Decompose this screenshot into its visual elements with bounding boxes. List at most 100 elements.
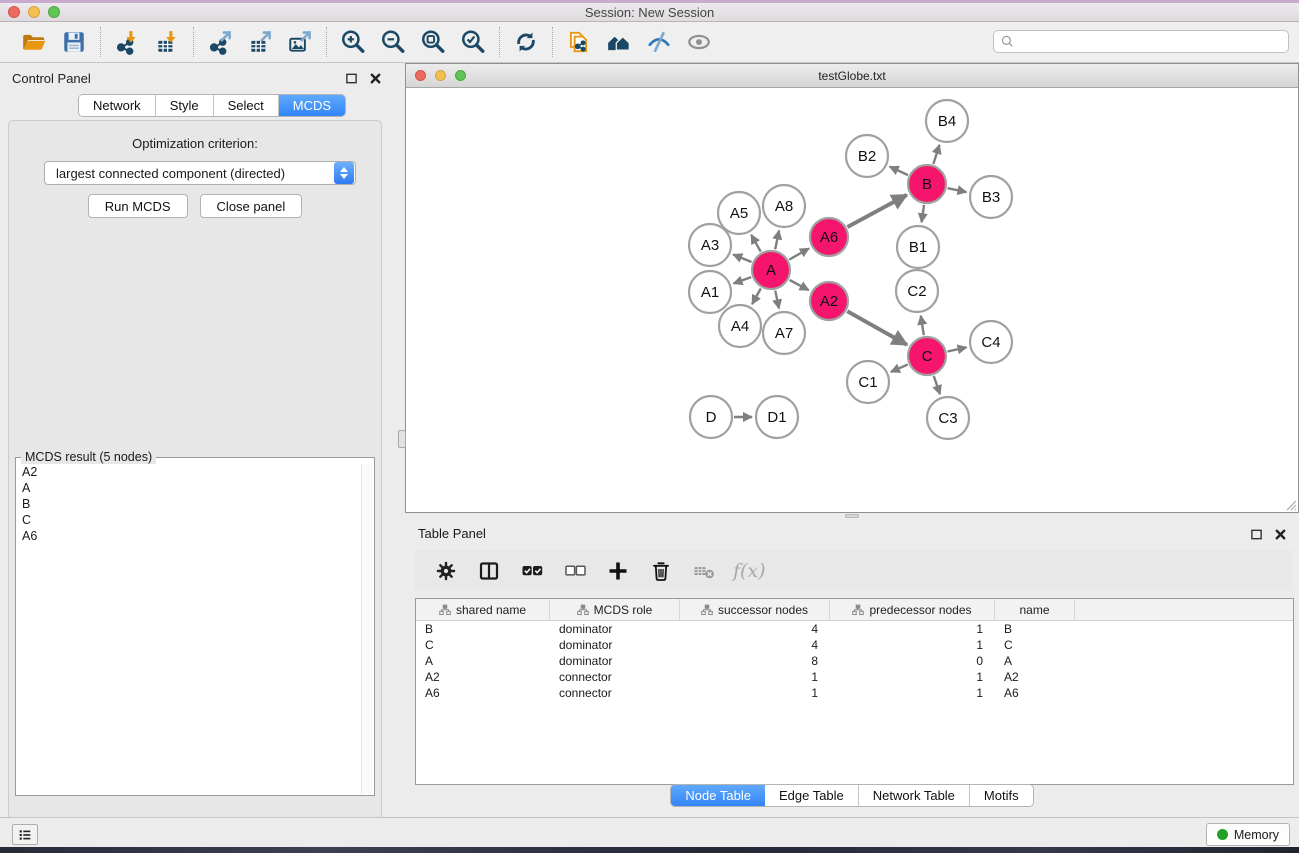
save-button[interactable] [58, 26, 90, 58]
mcds-result-item[interactable]: A6 [17, 528, 361, 544]
table-row[interactable]: Cdominator41C [416, 637, 1293, 653]
deselect-all-checks-button[interactable] [561, 557, 589, 585]
zoom-selected-button[interactable] [457, 26, 489, 58]
edge-A2-C[interactable] [847, 311, 907, 344]
network-from-document-button[interactable] [563, 26, 595, 58]
refresh-button[interactable] [510, 26, 542, 58]
select-all-checks-button[interactable] [518, 557, 546, 585]
node-B3[interactable]: B3 [970, 176, 1012, 218]
table-row[interactable]: Bdominator41B [416, 621, 1293, 637]
edge-A-A3[interactable] [733, 254, 751, 262]
node-B[interactable]: B [908, 165, 946, 203]
node-C[interactable]: C [908, 337, 946, 375]
node-D1[interactable]: D1 [756, 396, 798, 438]
zoom-out-button[interactable] [377, 26, 409, 58]
node-A4[interactable]: A4 [719, 305, 761, 347]
node-A8[interactable]: A8 [763, 185, 805, 227]
eye-button[interactable] [683, 26, 715, 58]
mcds-result-item[interactable]: A2 [17, 464, 361, 480]
export-table-button[interactable] [244, 26, 276, 58]
edge-B-B3[interactable] [948, 188, 967, 192]
edge-A-A2[interactable] [790, 280, 809, 290]
import-table-button[interactable] [151, 26, 183, 58]
close-table-panel-icon[interactable] [1273, 527, 1287, 541]
edge-A-A5[interactable] [751, 235, 760, 252]
node-A3[interactable]: A3 [689, 224, 731, 266]
node-B2[interactable]: B2 [846, 135, 888, 177]
node-C2[interactable]: C2 [896, 270, 938, 312]
task-history-button[interactable] [12, 824, 38, 845]
search-field[interactable] [993, 30, 1289, 53]
delete-table-button[interactable] [690, 557, 718, 585]
node-A2[interactable]: A2 [810, 282, 848, 320]
run-mcds-button[interactable]: Run MCDS [88, 194, 188, 218]
zoom-in-button[interactable] [337, 26, 369, 58]
node-A[interactable]: A [752, 251, 790, 289]
edge-B-B2[interactable] [890, 167, 908, 176]
close-panel-icon[interactable] [368, 71, 382, 85]
search-input[interactable] [1015, 31, 1288, 52]
column-header-predecessor-nodes[interactable]: predecessor nodes [830, 599, 995, 620]
export-network-button[interactable] [204, 26, 236, 58]
open-button[interactable] [18, 26, 50, 58]
edge-A-A4[interactable] [752, 288, 761, 304]
vertical-splitter-handle[interactable] [398, 430, 406, 448]
float-panel-icon[interactable] [344, 71, 358, 85]
zoom-fit-button[interactable] [417, 26, 449, 58]
node-C4[interactable]: C4 [970, 321, 1012, 363]
horizontal-splitter-handle[interactable] [845, 514, 859, 518]
hide-graphics-details-button[interactable] [643, 26, 675, 58]
mcds-result-item[interactable]: B [17, 496, 361, 512]
edge-B-B1[interactable] [922, 205, 924, 222]
edge-A-A6[interactable] [789, 248, 809, 259]
edge-C-C2[interactable] [921, 316, 924, 336]
node-A7[interactable]: A7 [763, 312, 805, 354]
delete-column-button[interactable] [647, 557, 675, 585]
tab-motifs[interactable]: Motifs [970, 785, 1033, 806]
table-row[interactable]: A2connector11A2 [416, 669, 1293, 685]
network-canvas[interactable]: B4 B2 B B3 A8A5 A6 B1 A3 A C2 A1 A2 A4A7 C4 C C1 C3 D D1 [406, 88, 1298, 512]
node-B1[interactable]: B1 [897, 226, 939, 268]
edge-C-C1[interactable] [891, 364, 908, 371]
node-C3[interactable]: C3 [927, 397, 969, 439]
memory-button[interactable]: Memory [1206, 823, 1290, 846]
mcds-result-item[interactable]: C [17, 512, 361, 528]
split-columns-button[interactable] [475, 557, 503, 585]
add-column-button[interactable] [604, 557, 632, 585]
function-builder-button[interactable]: f(x) [733, 560, 766, 582]
edge-A-A7[interactable] [775, 291, 779, 309]
edge-C-C3[interactable] [934, 376, 940, 394]
tab-network-table[interactable]: Network Table [859, 785, 970, 806]
node-B4[interactable]: B4 [926, 100, 968, 142]
gear-button[interactable] [432, 557, 460, 585]
tab-edge-table[interactable]: Edge Table [765, 785, 859, 806]
edge-A-A1[interactable] [734, 277, 752, 283]
column-header-shared-name[interactable]: shared name [416, 599, 550, 620]
column-header-MCDS-role[interactable]: MCDS role [550, 599, 680, 620]
tab-select[interactable]: Select [214, 95, 279, 116]
node-D[interactable]: D [690, 396, 732, 438]
export-image-button[interactable] [284, 26, 316, 58]
table-row[interactable]: Adominator80A [416, 653, 1293, 669]
close-panel-button[interactable]: Close panel [200, 194, 303, 218]
node-A5[interactable]: A5 [718, 192, 760, 234]
criterion-dropdown[interactable]: largest connected component (directed) [44, 161, 356, 185]
column-header-successor-nodes[interactable]: successor nodes [680, 599, 830, 620]
edge-A6-B[interactable] [847, 195, 906, 227]
window-resize-grip[interactable] [1284, 498, 1297, 511]
column-header-name[interactable]: name [995, 599, 1075, 620]
tab-network[interactable]: Network [79, 95, 156, 116]
mcds-result-item[interactable]: A [17, 480, 361, 496]
node-A6[interactable]: A6 [810, 218, 848, 256]
tab-mcds[interactable]: MCDS [279, 95, 345, 116]
table-row[interactable]: A6connector11A6 [416, 685, 1293, 701]
edge-B-B4[interactable] [933, 145, 939, 164]
edge-C-C4[interactable] [948, 347, 967, 351]
node-A1[interactable]: A1 [689, 271, 731, 313]
home-button[interactable] [603, 26, 635, 58]
tab-style[interactable]: Style [156, 95, 214, 116]
node-C1[interactable]: C1 [847, 361, 889, 403]
float-table-panel-icon[interactable] [1249, 527, 1263, 541]
tab-node-table[interactable]: Node Table [671, 785, 765, 806]
import-network-button[interactable] [111, 26, 143, 58]
